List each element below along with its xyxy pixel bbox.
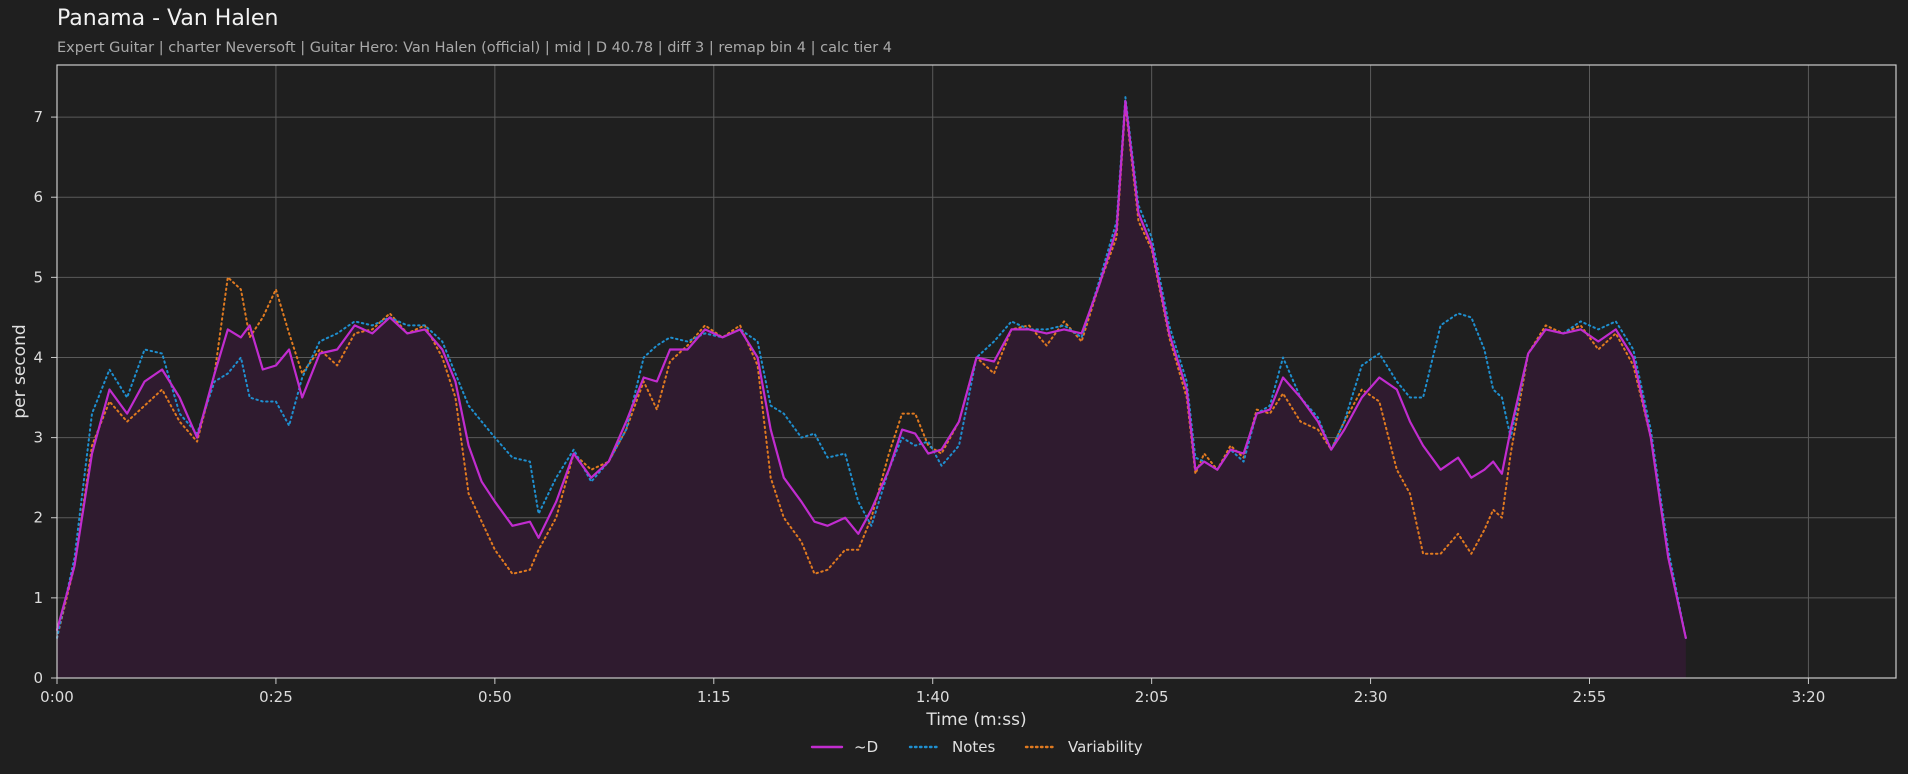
x-axis-label: Time (m:ss) <box>925 710 1026 730</box>
x-tick-label: 2:30 <box>1354 688 1388 706</box>
legend-label: ~D <box>854 738 878 756</box>
x-tick-label: 1:40 <box>916 688 950 706</box>
x-tick-label: 0:50 <box>478 688 512 706</box>
x-tick-label: 2:55 <box>1573 688 1607 706</box>
x-tick-label: 1:15 <box>697 688 731 706</box>
y-tick-label: 6 <box>33 188 43 206</box>
y-tick-label: 5 <box>33 268 43 286</box>
x-tick-label: 0:00 <box>40 688 74 706</box>
x-tick-label: 3:20 <box>1792 688 1826 706</box>
y-tick-label: 1 <box>33 589 43 607</box>
legend: ~D Notes Variability <box>810 738 1143 756</box>
y-tick-label: 3 <box>33 429 43 447</box>
y-tick-label: 4 <box>33 348 43 366</box>
x-tick-label: 2:05 <box>1135 688 1169 706</box>
y-tick-label: 2 <box>33 509 43 527</box>
series-layer <box>55 96 1687 679</box>
x-tick-label: 0:25 <box>259 688 293 706</box>
y-axis-label: per second <box>10 324 30 418</box>
series-fill-d <box>57 101 1686 679</box>
chart: 0:00 0:25 0:50 1:15 1:40 2:05 2:30 2:55 3:20 0 1 2 3… <box>10 64 1897 756</box>
legend-label: Variability <box>1068 738 1143 756</box>
legend-label: Notes <box>952 738 996 756</box>
y-tick-label: 7 <box>33 108 43 126</box>
y-tick-label: 0 <box>33 669 43 687</box>
